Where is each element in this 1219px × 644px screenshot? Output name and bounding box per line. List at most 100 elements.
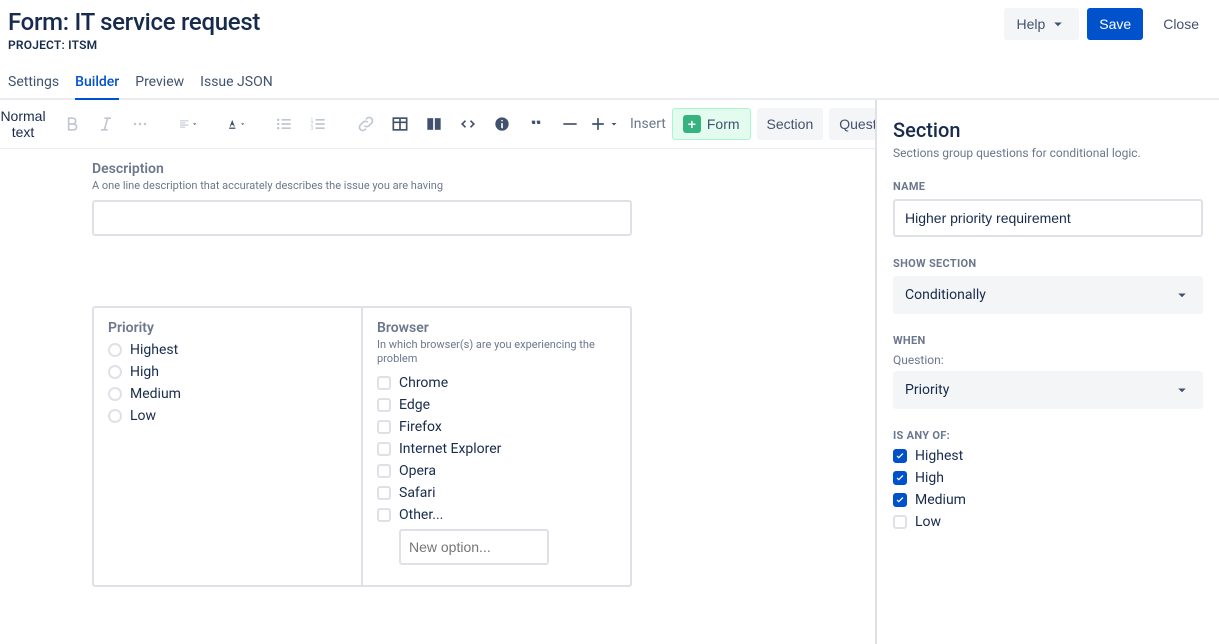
link-button[interactable] bbox=[350, 108, 382, 140]
checkbox-icon bbox=[377, 376, 391, 390]
code-button[interactable] bbox=[452, 108, 484, 140]
description-help: A one line description that accurately d… bbox=[92, 179, 632, 192]
chevron-down-icon bbox=[191, 116, 199, 132]
italic-icon bbox=[96, 114, 116, 134]
description-input[interactable] bbox=[92, 200, 632, 236]
option-label: Edge bbox=[399, 397, 430, 413]
text-color-icon bbox=[226, 114, 239, 134]
divider-button[interactable] bbox=[554, 108, 586, 140]
new-option-input[interactable] bbox=[399, 529, 549, 565]
save-button[interactable]: Save bbox=[1087, 8, 1143, 40]
project-subtitle: PROJECT: ITSM bbox=[8, 38, 260, 52]
checkbox-icon bbox=[377, 442, 391, 456]
condition-checkbox[interactable]: High bbox=[893, 470, 1203, 486]
option-label: Chrome bbox=[399, 375, 448, 391]
when-label: WHEN bbox=[893, 334, 1203, 347]
browser-option[interactable]: Internet Explorer bbox=[377, 441, 616, 457]
bullet-list-button[interactable] bbox=[268, 108, 300, 140]
option-label: Medium bbox=[130, 386, 181, 402]
side-desc: Sections group questions for conditional… bbox=[893, 146, 1203, 160]
code-icon bbox=[458, 114, 478, 134]
layout-icon bbox=[424, 114, 444, 134]
tab-builder[interactable]: Builder bbox=[75, 68, 119, 100]
checkbox-label: Medium bbox=[915, 492, 966, 508]
tab-preview[interactable]: Preview bbox=[135, 68, 184, 100]
number-list-icon: 123 bbox=[308, 114, 328, 134]
option-label: High bbox=[130, 364, 159, 380]
option-label: Internet Explorer bbox=[399, 441, 501, 457]
option-label: Other... bbox=[399, 507, 443, 523]
section-properties-panel: Section Sections group questions for con… bbox=[875, 100, 1219, 644]
show-section-label: SHOW SECTION bbox=[893, 257, 1203, 270]
isanyof-label: IS ANY OF: bbox=[893, 429, 1203, 442]
priority-option[interactable]: Medium bbox=[108, 386, 347, 402]
section-name-input[interactable] bbox=[893, 199, 1203, 237]
checkbox-icon bbox=[893, 493, 907, 507]
checkbox-icon bbox=[377, 508, 391, 522]
text-style-select[interactable]: Normal text bbox=[8, 108, 40, 140]
option-label: Firefox bbox=[399, 419, 442, 435]
browser-option[interactable]: Chrome bbox=[377, 375, 616, 391]
quote-icon bbox=[526, 114, 546, 134]
browser-option[interactable]: Firefox bbox=[377, 419, 616, 435]
priority-option[interactable]: Highest bbox=[108, 342, 347, 358]
text-color-button[interactable] bbox=[220, 108, 252, 140]
italic-button[interactable] bbox=[90, 108, 122, 140]
checkbox-icon bbox=[377, 464, 391, 478]
checkbox-label: Highest bbox=[915, 448, 963, 464]
quote-button[interactable] bbox=[520, 108, 552, 140]
checkbox-label: Low bbox=[915, 514, 941, 530]
align-button[interactable] bbox=[172, 108, 204, 140]
radio-icon bbox=[108, 387, 122, 401]
condition-checkbox[interactable]: Low bbox=[893, 514, 1203, 530]
plus-icon bbox=[588, 114, 608, 134]
info-panel-button[interactable] bbox=[486, 108, 518, 140]
show-section-select[interactable]: Conditionally bbox=[893, 276, 1203, 314]
info-icon bbox=[492, 114, 512, 134]
checkbox-label: High bbox=[915, 470, 944, 486]
help-button[interactable]: Help bbox=[1004, 8, 1079, 40]
checkbox-icon bbox=[377, 420, 391, 434]
table-button[interactable] bbox=[384, 108, 416, 140]
browser-option[interactable]: Other... bbox=[377, 507, 616, 523]
divider-icon bbox=[560, 114, 580, 134]
insert-label: Insert bbox=[630, 116, 666, 132]
browser-option[interactable]: Opera bbox=[377, 463, 616, 479]
plus-button[interactable] bbox=[588, 108, 620, 140]
layout-button[interactable] bbox=[418, 108, 450, 140]
tab-issue-json[interactable]: Issue JSON bbox=[200, 68, 273, 100]
name-label: NAME bbox=[893, 180, 1203, 193]
editor-toolbar: Normal text bbox=[0, 100, 875, 149]
checkbox-icon bbox=[377, 486, 391, 500]
browser-help: In which browser(s) are you experiencing… bbox=[377, 338, 616, 367]
browser-label: Browser bbox=[377, 320, 616, 336]
side-title: Section bbox=[893, 118, 1203, 142]
browser-option[interactable]: Edge bbox=[377, 397, 616, 413]
priority-label: Priority bbox=[108, 320, 347, 336]
insert-form-button[interactable]: + Form bbox=[672, 108, 751, 140]
more-formatting-button[interactable] bbox=[124, 108, 156, 140]
priority-option[interactable]: High bbox=[108, 364, 347, 380]
checkbox-icon bbox=[377, 398, 391, 412]
bold-button[interactable] bbox=[56, 108, 88, 140]
close-button[interactable]: Close bbox=[1151, 8, 1211, 40]
option-label: Low bbox=[130, 408, 156, 424]
chevron-down-icon bbox=[239, 116, 247, 132]
condition-checkbox[interactable]: Medium bbox=[893, 492, 1203, 508]
condition-checkbox[interactable]: Highest bbox=[893, 448, 1203, 464]
number-list-button[interactable]: 123 bbox=[302, 108, 334, 140]
when-question-select[interactable]: Priority bbox=[893, 371, 1203, 409]
insert-section-button[interactable]: Section bbox=[757, 108, 824, 140]
chevron-down-icon bbox=[1173, 381, 1191, 399]
radio-icon bbox=[108, 365, 122, 379]
insert-question-button[interactable]: Question bbox=[829, 108, 875, 140]
option-label: Highest bbox=[130, 342, 178, 358]
priority-option[interactable]: Low bbox=[108, 408, 347, 424]
chevron-down-icon bbox=[608, 116, 620, 132]
browser-option[interactable]: Safari bbox=[377, 485, 616, 501]
editor-panel: Normal text bbox=[0, 100, 875, 644]
bold-icon bbox=[62, 114, 82, 134]
tab-settings[interactable]: Settings bbox=[8, 68, 59, 100]
checkbox-icon bbox=[893, 515, 907, 529]
question-sublabel: Question: bbox=[893, 353, 1203, 367]
